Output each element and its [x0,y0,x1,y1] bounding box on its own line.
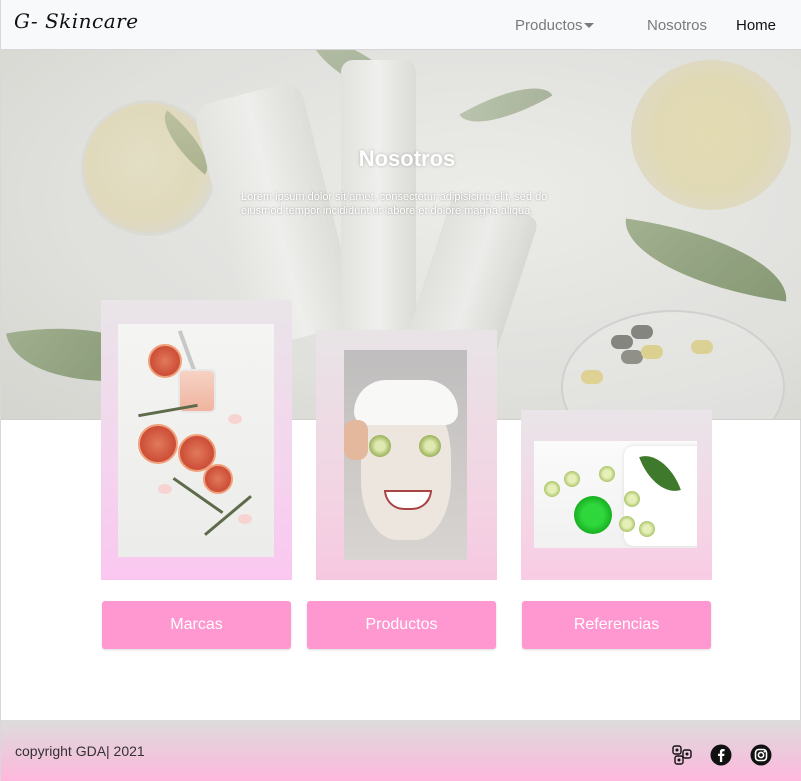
brand-logo[interactable]: G- Skincare [14,9,139,33]
nav-nosotros[interactable]: Nosotros [647,17,707,34]
cucumber-slice-shape [624,491,640,507]
hero-title: Nosotros [358,146,456,171]
green-jar-shape [574,496,612,534]
petal-shape [158,484,172,494]
referencias-button[interactable]: Referencias [522,601,711,649]
instagram-icon[interactable] [750,744,772,766]
footer: copyright GDA| 2021 [1,720,801,781]
marcas-button[interactable]: Marcas [102,601,291,649]
nav-productos-dropdown[interactable]: Productos [515,17,583,34]
hero-description: Lorem ipsum dolor sit amet, consectetur … [241,191,548,217]
cucumber-slice-shape [599,466,615,482]
copyright-text: copyright GDA| 2021 [15,743,145,759]
petal-shape [238,514,252,524]
navbar: G- Skincare Productos Nosotros Home [1,0,801,50]
cucumber-slice-shape [544,481,560,497]
productos-button[interactable]: Productos [307,601,496,649]
cucumber-slice-shape [564,471,580,487]
orange-slice-shape [138,424,178,464]
social-network-icon[interactable] [671,744,693,766]
facebook-icon[interactable] [710,744,732,766]
cucumber-shape [419,435,441,457]
card-productos-image [344,350,467,560]
card-referencias-image [534,441,697,548]
cucumber-shape [369,435,391,457]
petal-shape [228,414,242,424]
headband-shape [354,380,458,425]
card-marcas-image [118,324,274,557]
orange-slice-shape [203,464,233,494]
caret-down-icon[interactable] [584,23,594,28]
cucumber-slice-shape [619,516,635,532]
hand-shape [344,420,368,460]
cucumber-slice-shape [639,521,655,537]
orange-slice-shape [148,344,182,378]
nav-home[interactable]: Home [736,17,776,34]
